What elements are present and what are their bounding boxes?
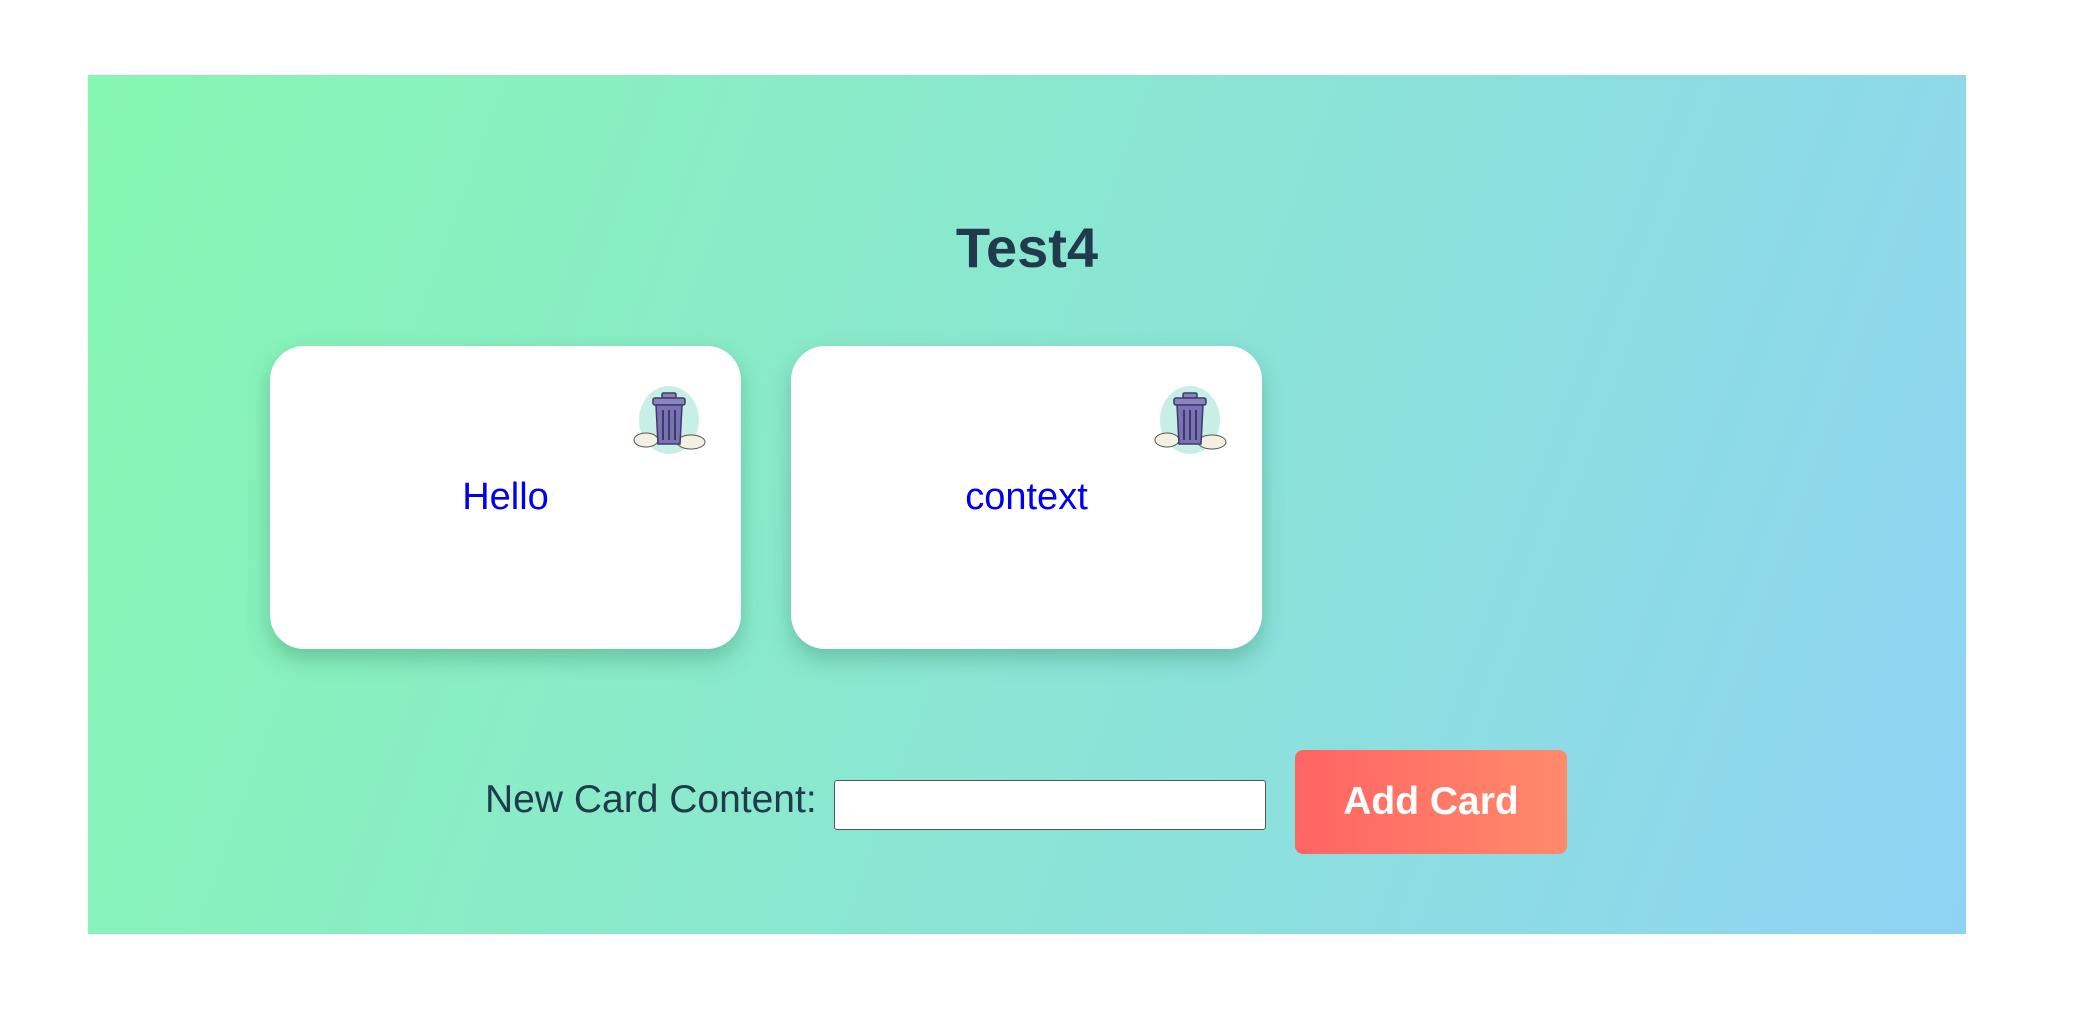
card: Hello	[270, 346, 741, 649]
trash-can-icon	[1154, 386, 1227, 454]
delete-card-button[interactable]	[1150, 384, 1230, 456]
add-card-form: New Card Content: Add Card	[88, 750, 1966, 854]
add-card-button[interactable]: Add Card	[1295, 750, 1567, 854]
trash-can-icon	[633, 386, 706, 454]
new-card-label: New Card Content:	[485, 778, 817, 821]
board-title: Test4	[955, 216, 1099, 279]
card-list: Hello context	[270, 346, 1262, 649]
new-card-input[interactable]	[834, 780, 1266, 830]
board: Test4 Hello context New Card Content: Ad…	[88, 75, 1966, 934]
card: context	[791, 346, 1262, 649]
card-content: context	[965, 476, 1088, 518]
delete-card-button[interactable]	[629, 384, 709, 456]
card-content: Hello	[462, 476, 549, 518]
